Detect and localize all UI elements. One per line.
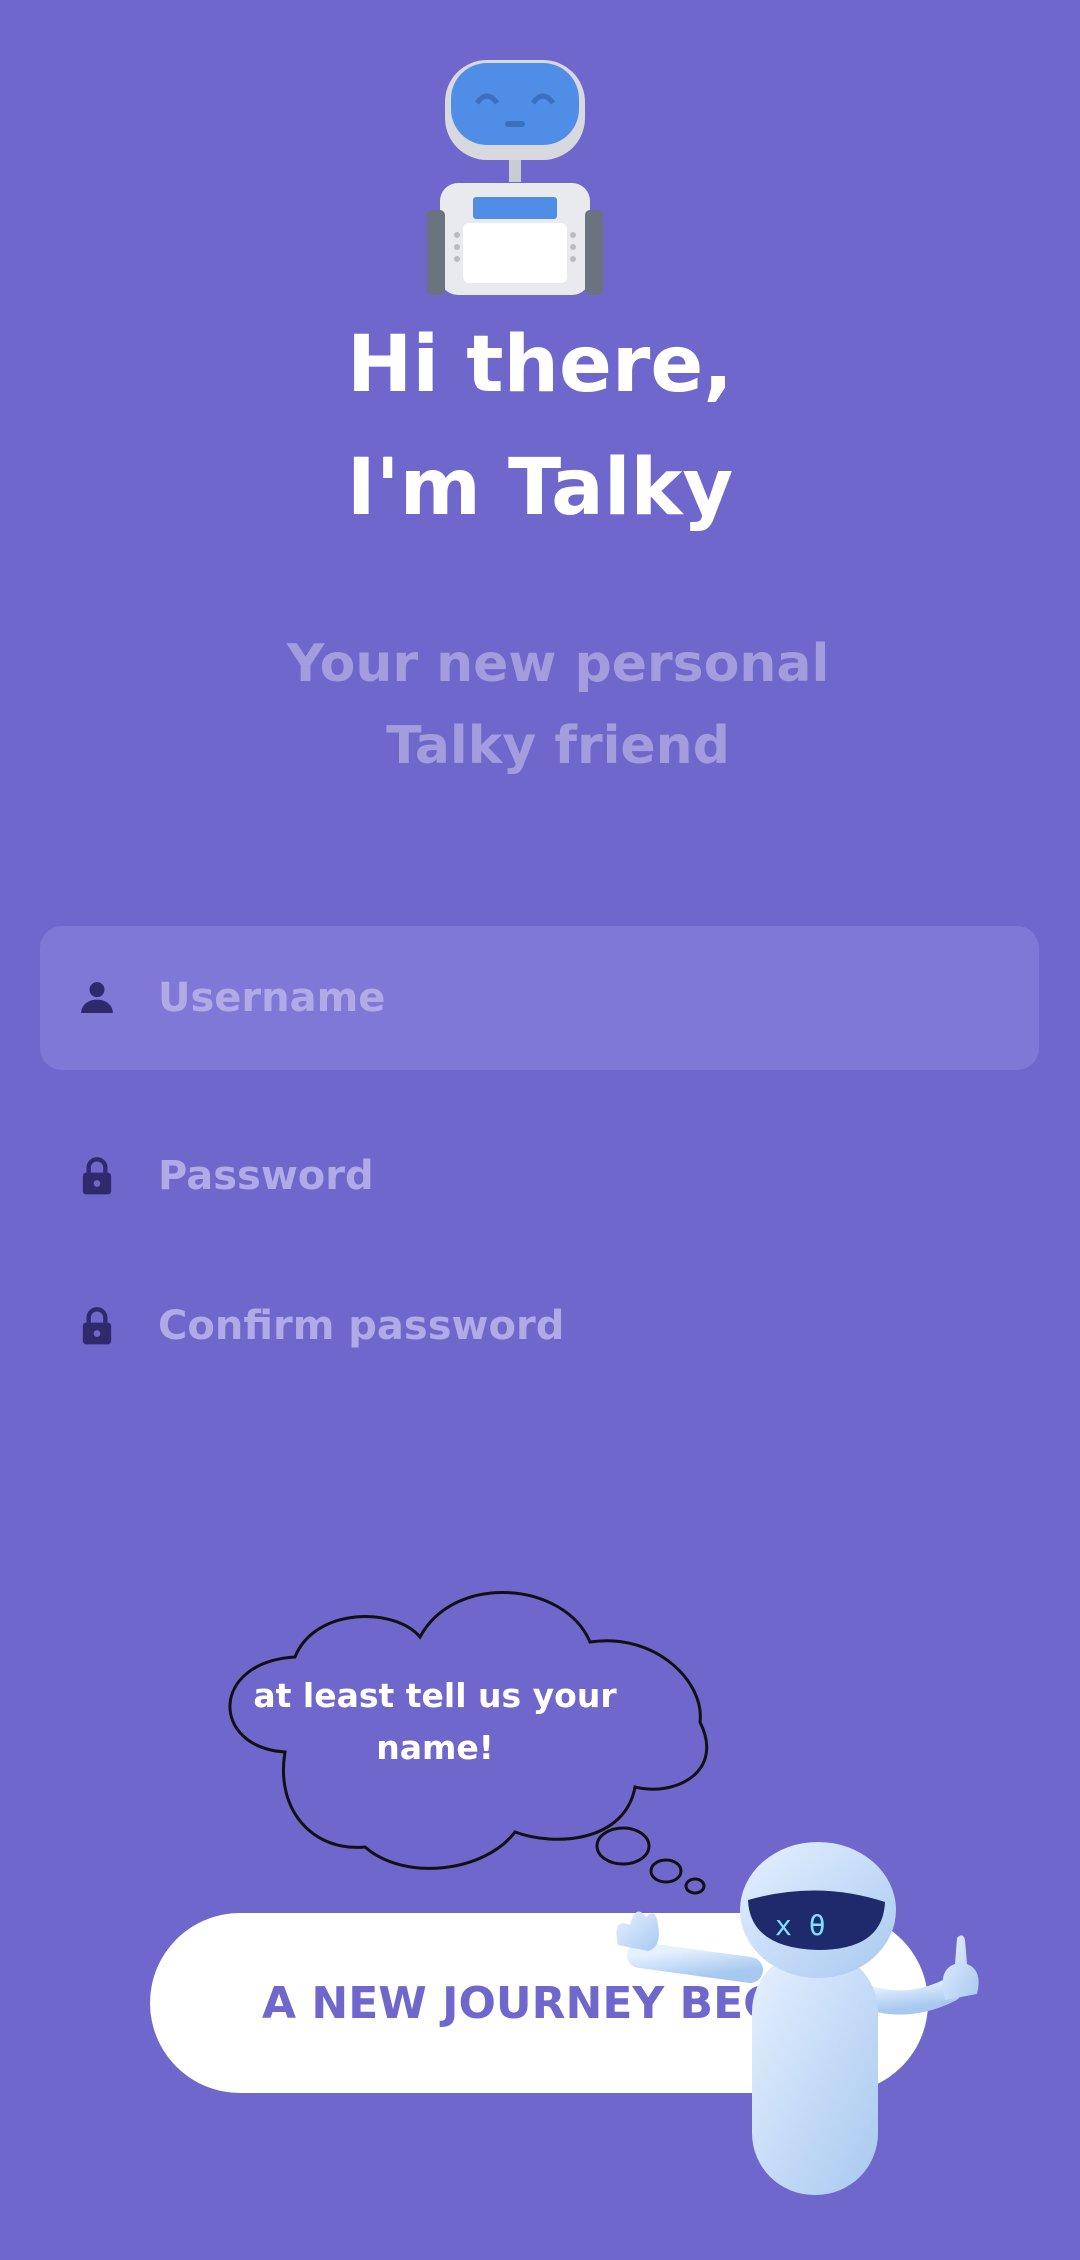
svg-text:x θ: x θ	[775, 1909, 826, 1942]
username-input[interactable]	[158, 975, 998, 1021]
page-title: Hi there,	[347, 320, 733, 410]
lock-icon	[82, 1307, 112, 1345]
lock-icon	[82, 1157, 112, 1195]
confirm-password-input[interactable]	[158, 1303, 998, 1349]
page-title-name: I'm Talky	[346, 443, 734, 533]
confirm-password-field[interactable]	[40, 1254, 1039, 1398]
username-field[interactable]	[40, 926, 1039, 1070]
page-subtitle-line2: Talky friend	[386, 716, 730, 776]
mascot-robot: x θ	[616, 1842, 979, 2195]
hint-text: at least tell us your name!	[253, 1676, 617, 1767]
password-input[interactable]	[158, 1153, 998, 1199]
page-subtitle: Your new personal	[286, 634, 830, 694]
talky-robot-logo	[427, 60, 603, 295]
password-field[interactable]	[40, 1104, 1039, 1248]
person-icon	[81, 982, 113, 1013]
